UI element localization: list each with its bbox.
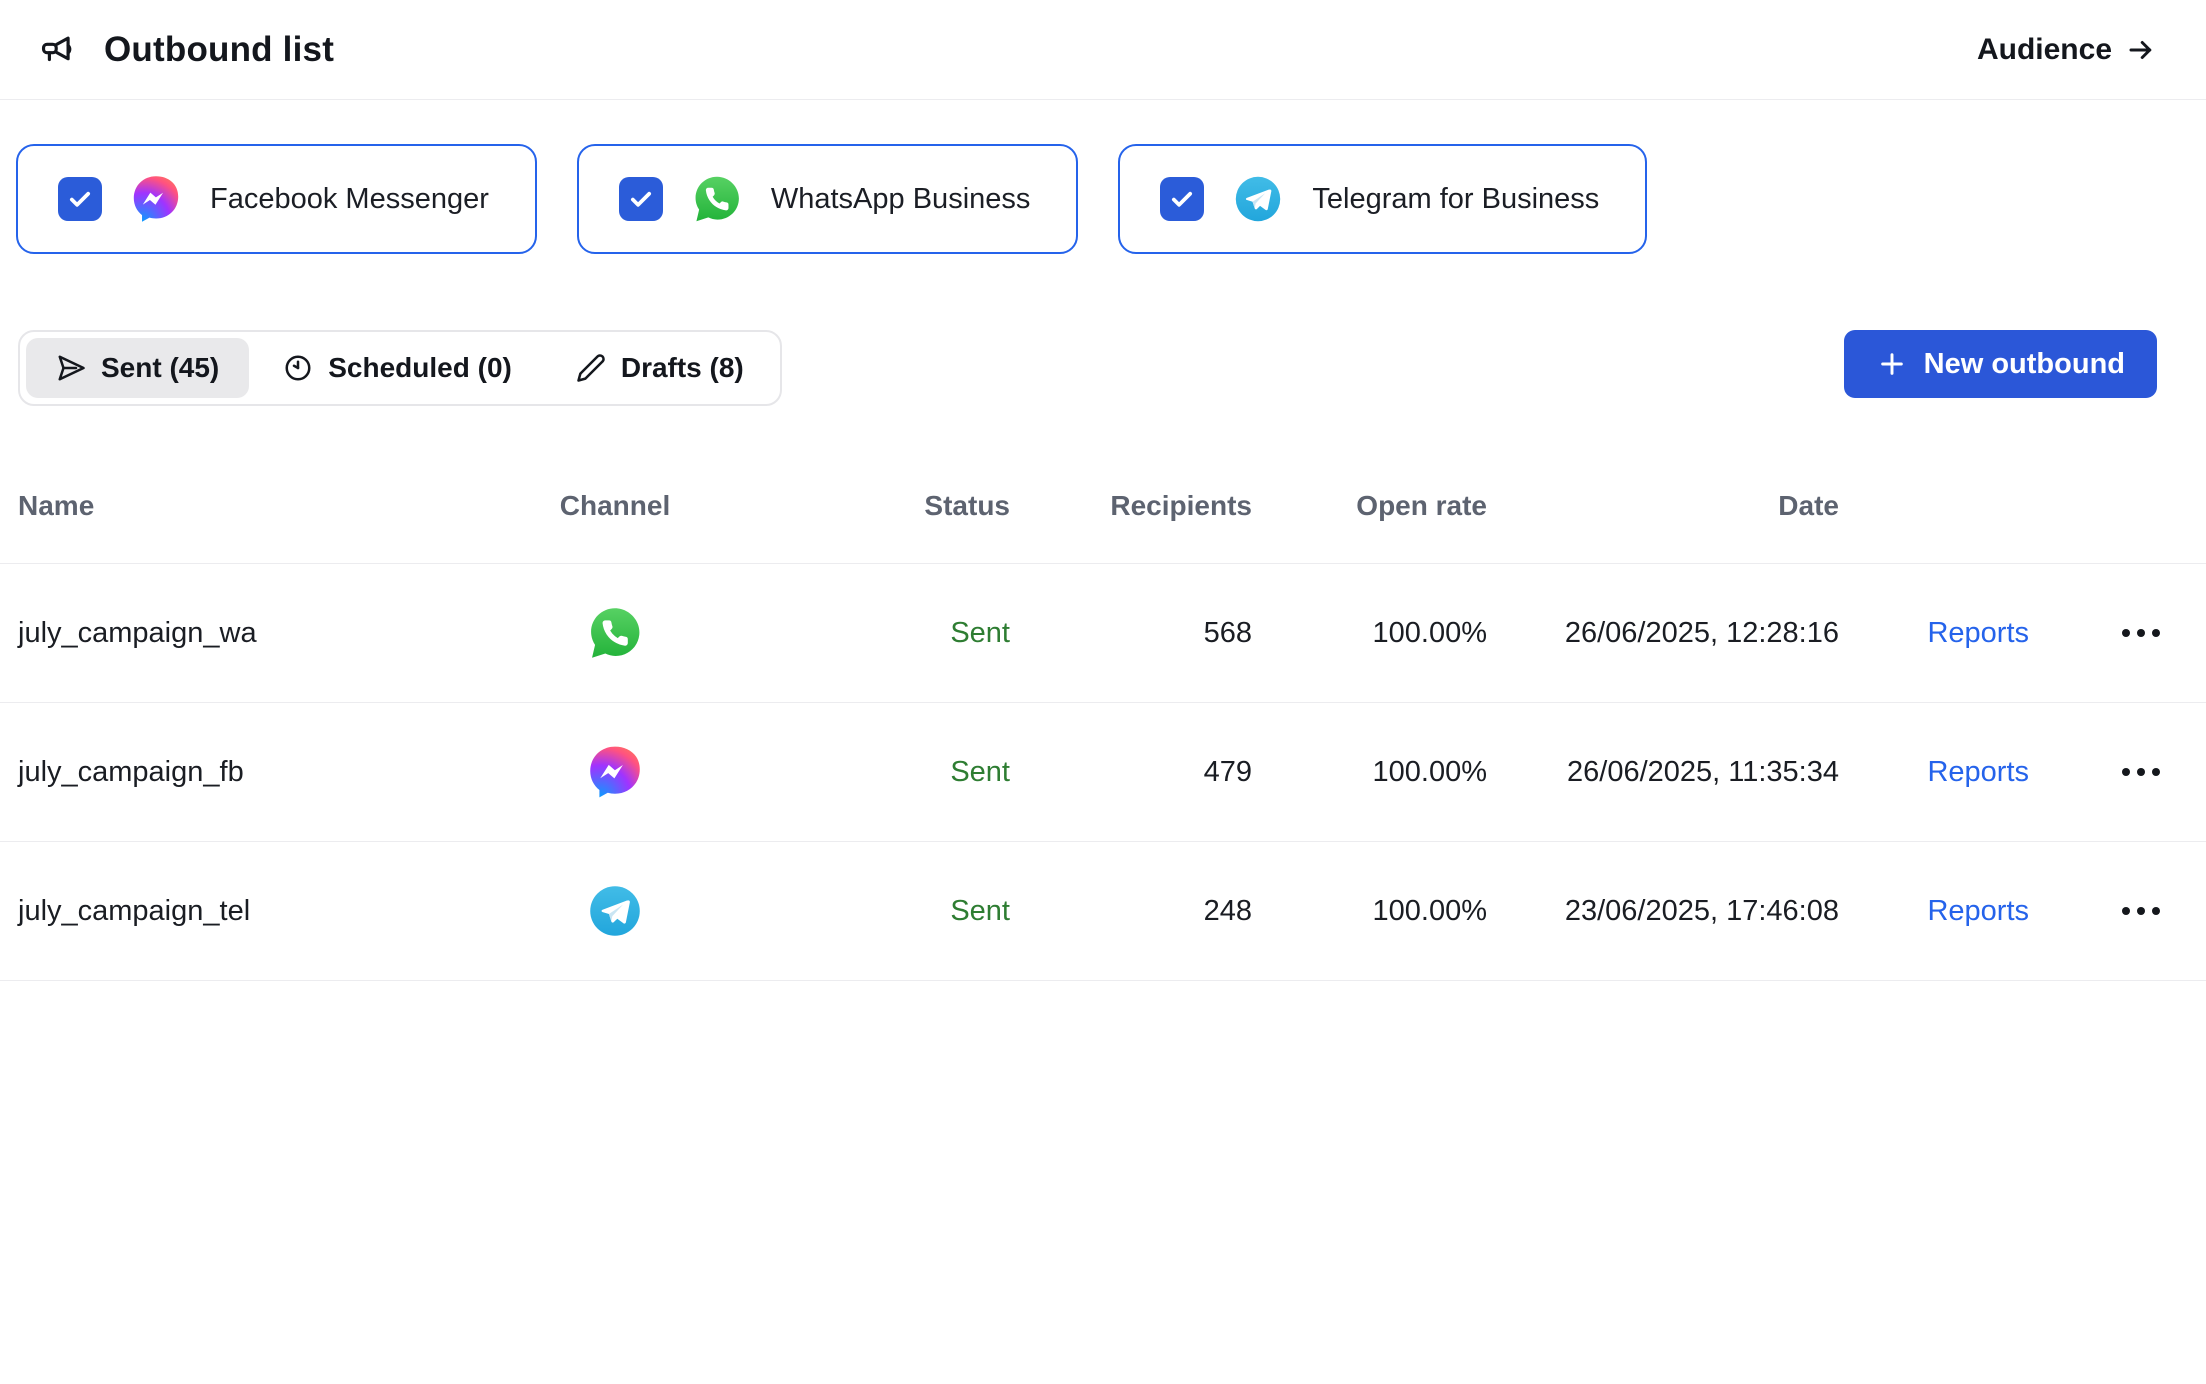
new-outbound-button-label: New outbound — [1924, 348, 2125, 381]
tab-scheduled-label: Scheduled (0) — [328, 352, 512, 384]
ellipsis-icon[interactable] — [2118, 897, 2164, 925]
tab-scheduled[interactable]: Scheduled (0) — [253, 338, 542, 398]
reports-link[interactable]: Reports — [1927, 756, 2029, 789]
recipients-value: 479 — [1010, 756, 1252, 789]
status-badge: Sent — [710, 756, 1010, 789]
reports-link[interactable]: Reports — [1927, 895, 2029, 928]
campaign-name: july_campaign_tel — [0, 895, 520, 928]
new-outbound-button[interactable]: New outbound — [1844, 330, 2157, 398]
open-rate-value: 100.00% — [1252, 756, 1487, 789]
whatsapp-icon — [586, 604, 644, 662]
table-row: july_campaign_wa Sent 568 100.00% 26/06/… — [0, 564, 2206, 703]
filter-facebook-messenger[interactable]: Facebook Messenger — [16, 144, 537, 254]
campaign-name: july_campaign_fb — [0, 756, 520, 789]
table-row: july_campaign_tel Sent 248 100.00% 23/06… — [0, 842, 2206, 981]
audience-link[interactable]: Audience — [1977, 33, 2156, 67]
send-icon — [56, 353, 86, 383]
pencil-icon — [576, 353, 606, 383]
campaign-name: july_campaign_wa — [0, 617, 520, 650]
ellipsis-icon[interactable] — [2118, 758, 2164, 786]
tab-drafts[interactable]: Drafts (8) — [546, 338, 774, 398]
column-header-date: Date — [1487, 490, 1839, 522]
filter-label: Telegram for Business — [1312, 183, 1599, 216]
column-header-status: Status — [710, 490, 1010, 522]
date-value: 23/06/2025, 17:46:08 — [1487, 895, 1839, 928]
column-header-open-rate: Open rate — [1252, 490, 1487, 522]
facebook-messenger-icon — [130, 173, 182, 225]
tab-sent[interactable]: Sent (45) — [26, 338, 249, 398]
clock-icon — [283, 353, 313, 383]
filter-telegram-for-business[interactable]: Telegram for Business — [1118, 144, 1647, 254]
outbound-table: Name Channel Status Recipients Open rate… — [0, 448, 2206, 981]
facebook-messenger-icon — [586, 743, 644, 801]
toolbar: Sent (45) Scheduled (0) Drafts (8) New o… — [0, 254, 2206, 406]
arrow-right-icon — [2126, 35, 2156, 65]
column-header-channel: Channel — [520, 490, 710, 522]
table-header-row: Name Channel Status Recipients Open rate… — [0, 448, 2206, 564]
whatsapp-icon — [691, 173, 743, 225]
table-row: july_campaign_fb Sent 479 100.00% 26/06/… — [0, 703, 2206, 842]
column-header-name: Name — [0, 490, 520, 522]
page-header: Outbound list Audience — [0, 0, 2206, 100]
date-value: 26/06/2025, 12:28:16 — [1487, 617, 1839, 650]
plus-icon — [1876, 348, 1908, 380]
audience-link-label: Audience — [1977, 33, 2112, 67]
telegram-icon — [586, 882, 644, 940]
filter-whatsapp-business[interactable]: WhatsApp Business — [577, 144, 1079, 254]
recipients-value: 248 — [1010, 895, 1252, 928]
open-rate-value: 100.00% — [1252, 895, 1487, 928]
megaphone-icon — [38, 31, 76, 69]
facebook-messenger-checkbox[interactable] — [58, 177, 102, 221]
status-badge: Sent — [710, 617, 1010, 650]
reports-link[interactable]: Reports — [1927, 617, 2029, 650]
telegram-for-business-checkbox[interactable] — [1160, 177, 1204, 221]
channel-filters: Facebook Messenger WhatsApp Business Tel… — [0, 100, 2206, 254]
tab-sent-label: Sent (45) — [101, 352, 219, 384]
tab-drafts-label: Drafts (8) — [621, 352, 744, 384]
tab-bar: Sent (45) Scheduled (0) Drafts (8) — [18, 330, 782, 406]
date-value: 26/06/2025, 11:35:34 — [1487, 756, 1839, 789]
page-title: Outbound list — [104, 30, 334, 70]
ellipsis-icon[interactable] — [2118, 619, 2164, 647]
column-header-recipients: Recipients — [1010, 490, 1252, 522]
filter-label: WhatsApp Business — [771, 183, 1031, 216]
filter-label: Facebook Messenger — [210, 183, 489, 216]
whatsapp-business-checkbox[interactable] — [619, 177, 663, 221]
status-badge: Sent — [710, 895, 1010, 928]
open-rate-value: 100.00% — [1252, 617, 1487, 650]
telegram-icon — [1232, 173, 1284, 225]
recipients-value: 568 — [1010, 617, 1252, 650]
